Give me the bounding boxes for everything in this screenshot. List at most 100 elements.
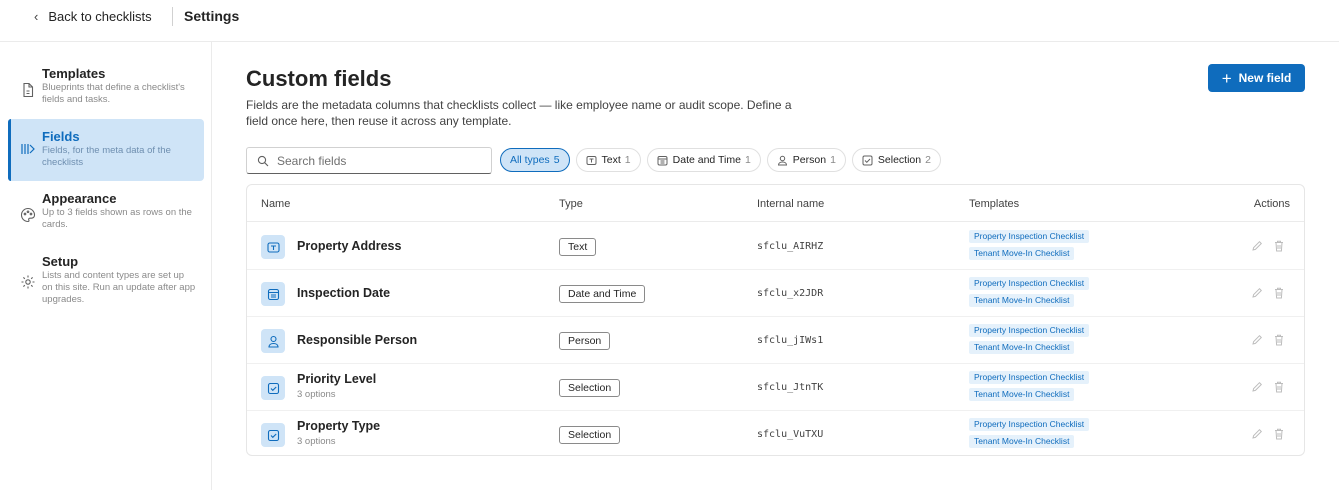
new-field-label: New field	[1238, 71, 1292, 85]
delete-icon[interactable]	[1272, 333, 1286, 347]
sidebar: Templates Blueprints that define a check…	[0, 42, 212, 490]
sidebar-item-desc: Fields, for the meta data of the checkli…	[42, 145, 171, 168]
sidebar-item-setup[interactable]: Setup Lists and content types are set up…	[8, 254, 204, 316]
filter-count: 1	[624, 154, 631, 166]
text-icon	[261, 235, 285, 259]
checkbox-icon	[862, 155, 873, 166]
checkbox-icon	[261, 423, 285, 447]
edit-icon[interactable]	[1250, 239, 1264, 253]
column-header-name: Name	[261, 198, 291, 210]
sidebar-item-appearance[interactable]: Appearance Up to 3 fields shown as rows …	[8, 191, 204, 253]
template-tag: Property Inspection Checklist	[969, 324, 1090, 337]
checkbox-icon	[261, 376, 285, 400]
page-description: Fields are the metadata columns that che…	[246, 98, 792, 128]
plus-icon: +	[1221, 68, 1232, 88]
filter-selection[interactable]: Selection 2	[851, 148, 941, 172]
delete-icon[interactable]	[1272, 380, 1286, 394]
field-name: Priority Level	[297, 372, 377, 386]
filter-label: All types	[510, 154, 550, 166]
sidebar-item-title: Templates	[42, 66, 106, 81]
table-header: Name Type Internal name Templates Action…	[247, 185, 1304, 222]
internal-name: sfclu_JtnTK	[757, 382, 824, 393]
filter-label: Person	[792, 154, 827, 166]
template-tag: Property Inspection Checklist	[969, 230, 1090, 243]
filter-text[interactable]: Text 1	[575, 148, 641, 172]
edit-icon[interactable]	[1250, 333, 1264, 347]
template-tag: Tenant Move-In Checklist	[969, 247, 1075, 260]
top-bar: ‹ Back to checklists Settings	[0, 0, 1339, 42]
table-row[interactable]: Inspection Date Date and Time sfclu_x2JD…	[247, 270, 1304, 317]
back-to-checklists-link[interactable]: ‹ Back to checklists	[34, 9, 152, 24]
sidebar-item-desc: Blueprints that define a checklist's fie…	[42, 82, 185, 105]
sidebar-item-desc: Lists and content types are set up on th…	[42, 270, 196, 305]
delete-icon[interactable]	[1272, 239, 1286, 253]
column-header-templates: Templates	[969, 198, 1020, 210]
sidebar-item-fields[interactable]: Fields Fields, for the meta data of the …	[8, 119, 204, 181]
type-badge: Date and Time	[559, 285, 646, 303]
field-options-count: 3 options	[297, 436, 336, 447]
type-badge: Selection	[559, 426, 621, 444]
filter-count: 1	[744, 154, 751, 166]
page-header-title: Settings	[184, 8, 240, 24]
search-input[interactable]	[277, 153, 477, 168]
field-name: Inspection Date	[297, 286, 391, 300]
page-title: Custom fields	[246, 66, 392, 91]
filter-date-and-time[interactable]: Date and Time 1	[646, 148, 761, 172]
calendar-icon	[261, 282, 285, 306]
edit-icon[interactable]	[1250, 427, 1264, 441]
type-filters: All types 5 Text 1 Date and Time 1 Perso…	[500, 148, 941, 172]
filter-count: 2	[925, 154, 931, 166]
edit-icon[interactable]	[1250, 286, 1264, 300]
filter-label: Date and Time	[672, 154, 741, 166]
table-row[interactable]: Property Address Text sfclu_AIRHZ Proper…	[247, 223, 1304, 270]
filter-label: Selection	[877, 154, 922, 166]
delete-icon[interactable]	[1272, 286, 1286, 300]
template-tag: Tenant Move-In Checklist	[969, 388, 1075, 401]
column-header-internal-name: Internal name	[757, 198, 825, 210]
new-field-button[interactable]: + New field	[1208, 64, 1305, 92]
chevron-left-icon: ‹	[34, 9, 39, 24]
internal-name: sfclu_x2JDR	[757, 288, 824, 299]
field-name: Property Address	[297, 239, 402, 253]
internal-name: sfclu_jIWs1	[757, 335, 824, 346]
calendar-icon	[657, 155, 668, 166]
delete-icon[interactable]	[1272, 427, 1286, 441]
internal-name: sfclu_AIRHZ	[757, 241, 824, 252]
type-badge: Text	[559, 238, 597, 256]
edit-icon[interactable]	[1250, 380, 1264, 394]
search-icon	[257, 155, 269, 166]
text-icon	[586, 155, 597, 166]
template-tag: Tenant Move-In Checklist	[969, 435, 1075, 448]
table-row[interactable]: Responsible Person Person sfclu_jIWs1 Pr…	[247, 317, 1304, 364]
template-tag: Tenant Move-In Checklist	[969, 294, 1075, 307]
filter-count: 5	[553, 154, 560, 166]
document-icon	[23, 82, 34, 98]
search-box	[246, 147, 492, 174]
sidebar-item-title: Appearance	[42, 191, 117, 206]
filter-person[interactable]: Person 1	[766, 148, 846, 172]
back-label: Back to checklists	[48, 9, 152, 24]
table-row[interactable]: Property Type 3 options Selection sfclu_…	[247, 411, 1304, 455]
sidebar-item-desc: Up to 3 fields shown as rows on the card…	[42, 207, 192, 230]
filter-label: Text	[601, 154, 621, 166]
person-icon	[261, 329, 285, 353]
sidebar-item-title: Setup	[42, 254, 79, 269]
fields-table: Name Type Internal name Templates Action…	[246, 184, 1305, 456]
filter-count: 1	[830, 154, 836, 166]
gear-icon	[21, 275, 35, 289]
person-icon	[777, 155, 788, 166]
palette-icon	[20, 207, 36, 223]
filter-all-types[interactable]: All types 5	[500, 148, 570, 172]
type-badge: Person	[559, 332, 611, 350]
column-header-actions: Actions	[1253, 198, 1290, 210]
internal-name: sfclu_VuTXU	[757, 429, 824, 440]
template-tag: Property Inspection Checklist	[969, 418, 1090, 431]
field-name: Property Type	[297, 419, 381, 433]
sidebar-item-title: Fields	[42, 129, 80, 144]
template-tag: Property Inspection Checklist	[969, 371, 1090, 384]
template-tag: Tenant Move-In Checklist	[969, 341, 1075, 354]
fields-icon	[21, 144, 35, 154]
type-badge: Selection	[559, 379, 621, 397]
table-row[interactable]: Priority Level 3 options Selection sfclu…	[247, 364, 1304, 411]
template-tag: Property Inspection Checklist	[969, 277, 1090, 290]
